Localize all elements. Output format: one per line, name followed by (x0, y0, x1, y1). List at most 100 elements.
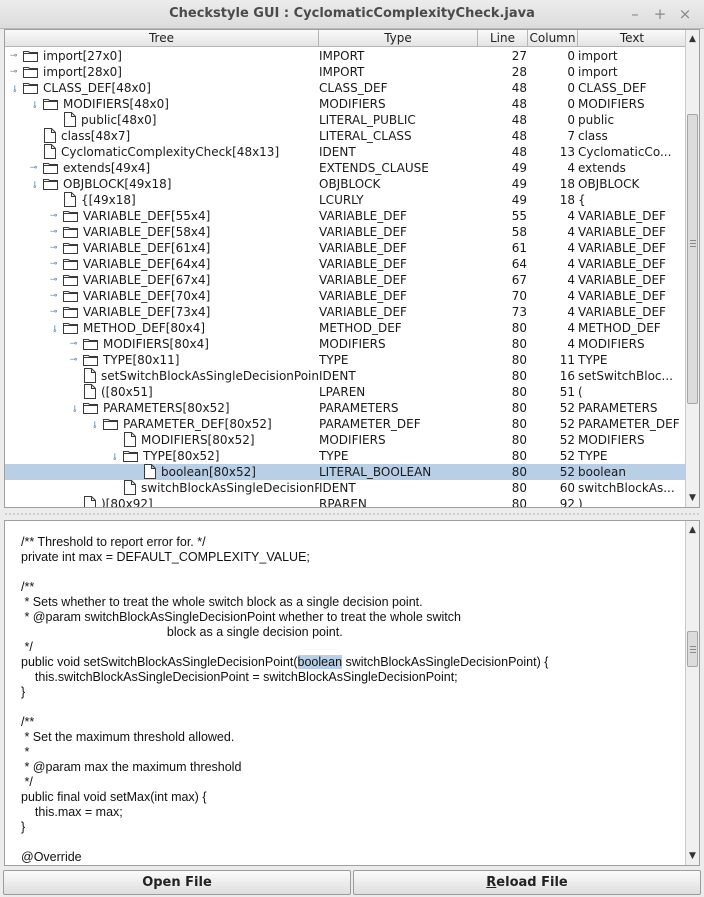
column-header-tree[interactable]: Tree (5, 30, 319, 47)
expanded-handle-icon[interactable]: ⊸ (29, 100, 39, 109)
expanded-handle-icon[interactable]: ⊸ (69, 404, 79, 413)
type-cell: RPAREN (319, 497, 367, 508)
file-icon (44, 128, 56, 143)
column-header-line[interactable]: Line (478, 30, 528, 47)
reload-file-button[interactable]: Reload File (353, 870, 701, 895)
type-cell: PARAMETER_DEF (319, 417, 421, 431)
scrollbar-thumb[interactable] (687, 114, 698, 404)
scroll-up-icon[interactable]: ▲ (686, 32, 699, 46)
scroll-up-icon[interactable]: ▲ (686, 523, 699, 537)
text-cell: import (578, 65, 618, 79)
code-line: /** (21, 580, 35, 594)
table-row[interactable]: ⊸ PARAMETERS[80x52] PARAMETERS 80 52 PARAMETE… (5, 400, 686, 416)
source-code-text[interactable]: /** Threshold to report error for. */pri… (21, 535, 681, 865)
table-row[interactable]: public[48x0] LITERAL_PUBLIC 48 0 public (5, 112, 686, 128)
column-header-column[interactable]: Column (528, 30, 578, 47)
table-row[interactable]: )[80x92] RPAREN 80 92) (5, 496, 686, 508)
line-cell: 67 (511, 273, 527, 287)
tree-vertical-scrollbar[interactable]: ▲ ▼ (685, 30, 699, 507)
table-row[interactable]: MODIFIERS[80x52] MODIFIERS 80 52 MODIFIERS (5, 432, 686, 448)
line-cell: 48 (511, 81, 527, 95)
scroll-down-icon[interactable]: ▼ (686, 491, 699, 505)
table-row[interactable]: setSwitchBlockAsSingleDecisionPoint[80x1… (5, 368, 686, 384)
expanded-handle-icon[interactable]: ⊸ (49, 324, 59, 333)
window-titlebar[interactable]: Checkstyle GUI : CyclomaticComplexityChe… (0, 0, 704, 29)
code-line: this.max = max; (21, 805, 123, 819)
source-code-panel[interactable]: /** Threshold to report error for. */pri… (4, 520, 700, 866)
table-row[interactable]: CyclomaticComplexityCheck[48x13] IDENT 48 1… (5, 144, 686, 160)
collapsed-handle-icon[interactable]: ⊸ (49, 228, 58, 237)
minimize-icon[interactable]: – (626, 4, 644, 24)
expanded-handle-icon[interactable]: ⊸ (9, 84, 19, 93)
tree-node-label: CyclomaticComplexityCheck[48x13] (61, 145, 280, 159)
table-row[interactable]: ([80x51] LPAREN 80 51( (5, 384, 686, 400)
open-file-button[interactable]: Open File (3, 870, 351, 895)
collapsed-handle-icon[interactable]: ⊸ (69, 356, 78, 365)
table-row[interactable]: ⊸ METHOD_DEF[80x4] METHOD_DEF 80 4 METHOD_DEF (5, 320, 686, 336)
text-cell: OBJBLOCK (578, 177, 640, 191)
table-row[interactable]: ⊸ VARIABLE_DEF[61x4] VARIABLE_DEF 61 4 VARIAB… (5, 240, 686, 256)
collapsed-handle-icon[interactable]: ⊸ (29, 164, 38, 173)
table-row[interactable]: ⊸ PARAMETER_DEF[80x52] PARAMETER_DEF 80 52 PA… (5, 416, 686, 432)
table-row[interactable]: ⊸ VARIABLE_DEF[64x4] VARIABLE_DEF 64 4 VARIAB… (5, 256, 686, 272)
collapsed-handle-icon[interactable]: ⊸ (9, 68, 18, 77)
maximize-icon[interactable]: + (651, 4, 669, 24)
table-row[interactable]: boolean[80x52] LITERAL_BOOLEAN 80 52 boolean (5, 464, 686, 480)
table-row[interactable]: ⊸ VARIABLE_DEF[55x4] VARIABLE_DEF 55 4 VARIAB… (5, 208, 686, 224)
folder-icon (83, 355, 98, 366)
tree-cell: {[49x18] (5, 192, 319, 208)
type-cell: MODIFIERS (319, 97, 386, 111)
file-icon (84, 384, 96, 399)
table-row[interactable]: ⊸ VARIABLE_DEF[73x4] VARIABLE_DEF 73 4 VARIAB… (5, 304, 686, 320)
ast-tree-table[interactable]: Tree Type Line Column Text ⊸ import[27x0]… (4, 29, 700, 508)
table-row[interactable]: ⊸ TYPE[80x52] TYPE 80 52 TYPE (5, 448, 686, 464)
table-row[interactable]: switchBlockAsSingleDecisionPoint[80x60]I… (5, 480, 686, 496)
line-cell: 80 (511, 497, 527, 508)
close-icon[interactable]: × (676, 4, 694, 24)
table-row[interactable]: ⊸ MODIFIERS[80x4] MODIFIERS 80 4 MODIFIERS (5, 336, 686, 352)
collapsed-handle-icon[interactable]: ⊸ (49, 212, 58, 221)
text-cell: MODIFIERS (578, 337, 645, 351)
column-header-text[interactable]: Text (578, 30, 686, 47)
table-row[interactable]: ⊸ import[28x0] IMPORT 28 0 import (5, 64, 686, 80)
scroll-down-icon[interactable]: ▼ (686, 849, 699, 863)
table-row[interactable]: ⊸ extends[49x4] EXTENDS_CLAUSE 49 4 extends (5, 160, 686, 176)
text-cell: CLASS_DEF (578, 81, 647, 95)
text-cell: MODIFIERS (578, 433, 645, 447)
collapsed-handle-icon[interactable]: ⊸ (49, 260, 58, 269)
collapsed-handle-icon[interactable]: ⊸ (49, 292, 58, 301)
code-line: */ (21, 640, 33, 654)
collapsed-handle-icon[interactable]: ⊸ (49, 308, 58, 317)
table-row[interactable]: ⊸ VARIABLE_DEF[67x4] VARIABLE_DEF 67 4 VARIAB… (5, 272, 686, 288)
expanded-handle-icon[interactable]: ⊸ (89, 420, 99, 429)
line-cell: 48 (511, 97, 527, 111)
table-row[interactable]: ⊸ import[27x0] IMPORT 27 0 import (5, 48, 686, 64)
column-header-type[interactable]: Type (319, 30, 478, 47)
split-pane-divider[interactable] (0, 509, 704, 519)
table-row[interactable]: ⊸ CLASS_DEF[48x0] CLASS_DEF 48 0 CLASS_DEF (5, 80, 686, 96)
collapsed-handle-icon[interactable]: ⊸ (49, 244, 58, 253)
folder-icon (43, 179, 58, 190)
line-cell: 28 (511, 65, 527, 79)
table-row[interactable]: class[48x7] LITERAL_CLASS 48 7 class (5, 128, 686, 144)
column-cell: 4 (567, 241, 575, 255)
text-cell: setSwitchBloc... (578, 369, 673, 383)
collapsed-handle-icon[interactable]: ⊸ (69, 340, 78, 349)
table-row[interactable]: {[49x18] LCURLY 49 18{ (5, 192, 686, 208)
expanded-handle-icon[interactable]: ⊸ (29, 180, 39, 189)
line-cell: 73 (511, 305, 527, 319)
collapsed-handle-icon[interactable]: ⊸ (49, 276, 58, 285)
expanded-handle-icon[interactable]: ⊸ (109, 452, 119, 461)
tree-node-label: PARAMETERS[80x52] (103, 401, 230, 415)
text-cell: switchBlockAs... (578, 481, 675, 495)
table-row[interactable]: ⊸ MODIFIERS[48x0] MODIFIERS 48 0 MODIFIERS (5, 96, 686, 112)
collapsed-handle-icon[interactable]: ⊸ (9, 52, 18, 61)
scrollbar-thumb[interactable] (687, 631, 698, 667)
table-row[interactable]: ⊸ VARIABLE_DEF[70x4] VARIABLE_DEF 70 4 VARIAB… (5, 288, 686, 304)
code-vertical-scrollbar[interactable]: ▲ ▼ (685, 521, 699, 865)
table-row[interactable]: ⊸ VARIABLE_DEF[58x4] VARIABLE_DEF 58 4 VARIAB… (5, 224, 686, 240)
tree-node-label: import[28x0] (43, 65, 122, 79)
table-row[interactable]: ⊸ OBJBLOCK[49x18] OBJBLOCK 49 18 OBJBLOCK (5, 176, 686, 192)
text-cell: MODIFIERS (578, 97, 645, 111)
table-row[interactable]: ⊸ TYPE[80x11] TYPE 80 11 TYPE (5, 352, 686, 368)
